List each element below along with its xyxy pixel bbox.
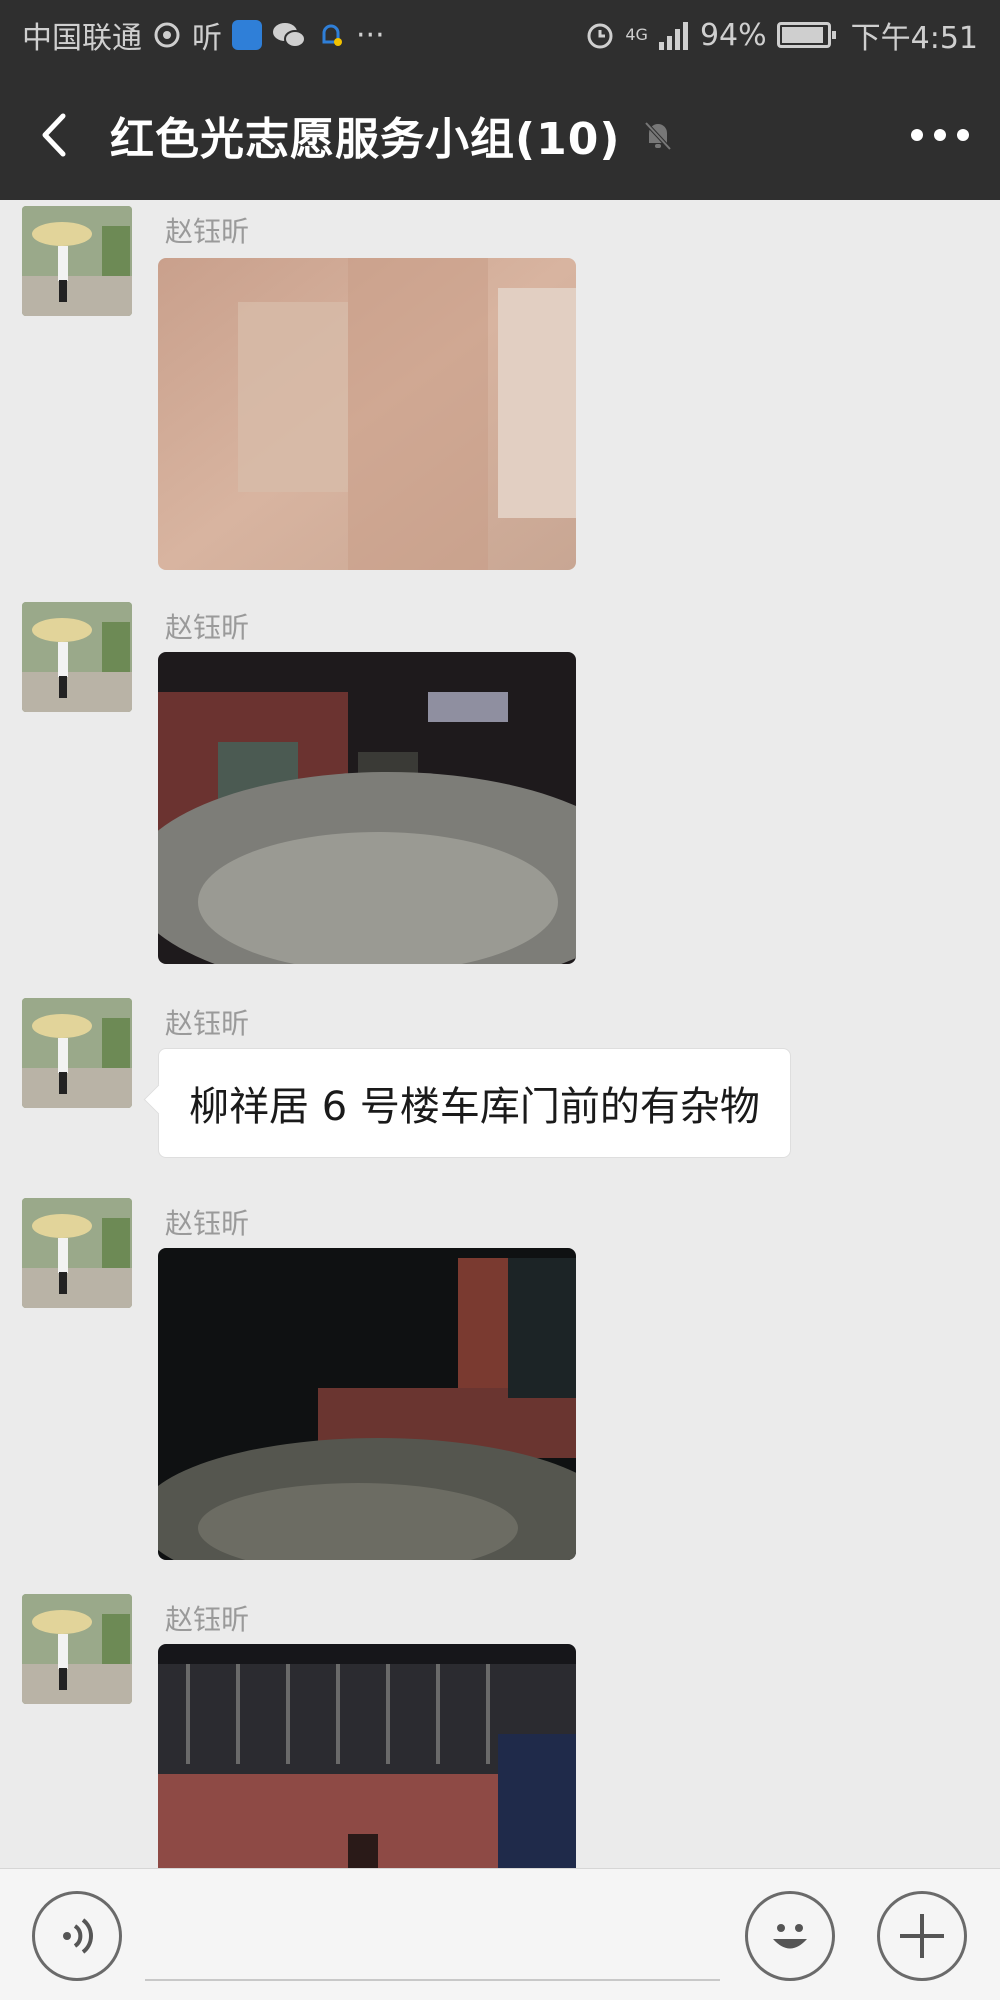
image-message[interactable] [158, 652, 576, 964]
sender-name: 赵钰昕 [165, 1207, 250, 1240]
sender-name: 赵钰昕 [165, 611, 250, 644]
image-message[interactable] [158, 1248, 576, 1560]
alarm-clock-icon [585, 18, 615, 52]
avatar[interactable] [22, 998, 132, 1108]
avatar[interactable] [22, 1594, 132, 1704]
message-text: 柳祥居 6 号楼车库门前的有杂物 [189, 1084, 760, 1130]
plus-button[interactable] [877, 1891, 967, 1981]
weibo-icon [152, 18, 182, 52]
more-button[interactable] [880, 70, 1000, 200]
battery-icon [776, 22, 836, 48]
image-message[interactable] [158, 1644, 576, 1868]
status-bar: 中国联通 听 ··· 4G 94% 下午4:51 [0, 0, 1000, 70]
avatar[interactable] [22, 1198, 132, 1308]
message-item: 赵钰昕 柳祥居 6 号楼车库门前的有杂物 [0, 992, 1000, 1192]
avatar[interactable] [22, 206, 132, 316]
avatar[interactable] [22, 602, 132, 712]
emoji-icon [773, 1924, 807, 1949]
sender-name: 赵钰昕 [165, 1007, 250, 1040]
app-glyph-label: 听 [192, 21, 222, 56]
sender-name: 赵钰昕 [165, 215, 250, 248]
shield-icon [232, 18, 262, 52]
message-item: 赵钰昕 [0, 596, 1000, 996]
input-bar [0, 1868, 1000, 2000]
sender-name: 赵钰昕 [165, 1603, 250, 1636]
wechat-icon [272, 18, 306, 52]
signal-icon [658, 18, 690, 52]
message-item: 赵钰昕 [0, 200, 1000, 612]
message-list[interactable]: 赵钰昕 赵钰昕 赵钰昕 柳祥居 6 号楼车库门前的有杂物 赵钰昕 赵钰昕 [0, 200, 1000, 1868]
chevron-left-icon [42, 113, 66, 157]
message-item: 赵钰昕 [0, 1192, 1000, 1592]
muted-bell-icon [640, 117, 676, 153]
emoji-button[interactable] [745, 1891, 835, 1981]
voice-button[interactable] [32, 1891, 122, 1981]
plus-icon [900, 1914, 944, 1958]
chat-header: 红色光志愿服务小组(10) [0, 70, 1000, 200]
chat-title: 红色光志愿服务小组(10) [110, 114, 621, 165]
more-horizontal-icon [911, 129, 969, 141]
status-more-label: ··· [356, 17, 385, 53]
network-label: 4G [625, 25, 648, 44]
notification-bell-icon [316, 18, 346, 52]
carrier-label: 中国联通 [22, 21, 142, 56]
message-input[interactable] [145, 1889, 720, 1981]
back-button[interactable] [0, 70, 110, 200]
text-message-bubble[interactable]: 柳祥居 6 号楼车库门前的有杂物 [158, 1048, 791, 1158]
image-message[interactable] [158, 258, 576, 570]
time-label: 下午4:51 [850, 21, 978, 56]
voice-icon [63, 1918, 93, 1954]
battery-percent-label: 94% [699, 17, 767, 53]
message-item: 赵钰昕 [0, 1588, 1000, 1868]
